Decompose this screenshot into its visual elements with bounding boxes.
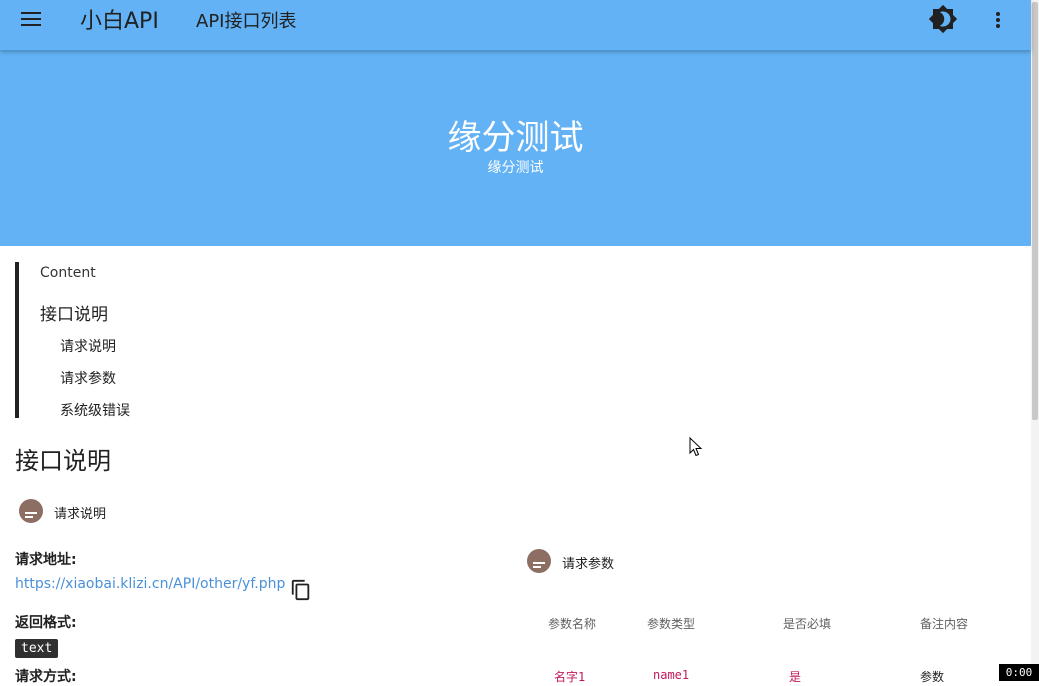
toc-item-request-description[interactable]: 请求说明: [60, 336, 116, 356]
page-name: API接口列表: [196, 11, 297, 32]
request-method-label: 请求方式:: [15, 669, 77, 685]
toc-item-request-params[interactable]: 请求参数: [60, 368, 116, 388]
table-of-contents: Content 接口说明 请求说明 请求参数 系统级错误: [15, 262, 315, 420]
api-url-link[interactable]: https://xiaobai.klizi.cn/API/other/yf.ph…: [15, 576, 285, 592]
section-title: 接口说明: [15, 447, 111, 475]
toc-item-api-description[interactable]: 接口说明: [40, 300, 108, 325]
hero-title: 缘分测试: [447, 118, 584, 158]
table-cell-param-type: name1: [653, 668, 690, 682]
copy-icon[interactable]: [290, 578, 312, 602]
video-timer: 0:00: [999, 664, 1039, 681]
subject-icon: [19, 499, 43, 523]
return-format-badge: text: [15, 639, 59, 658]
brand-title[interactable]: 小白API: [80, 3, 159, 35]
mouse-cursor-icon: [689, 437, 703, 457]
hero-banner: 缘分测试 缘分测试: [0, 50, 1031, 246]
table-cell-param-name: 名字1: [554, 670, 586, 684]
table-cell-required: 是: [789, 670, 802, 684]
request-address-label: 请求地址:: [15, 552, 77, 568]
table-header-remark: 备注内容: [920, 617, 969, 631]
brightness-icon[interactable]: [928, 4, 958, 34]
table-header-param-name: 参数名称: [548, 617, 597, 631]
toc-heading: Content: [40, 265, 96, 281]
menu-icon[interactable]: [16, 6, 46, 32]
request-params-chip: 请求参数: [562, 557, 615, 572]
more-vert-icon[interactable]: [988, 4, 1008, 34]
app-bar: 小白API API接口列表: [0, 0, 1031, 50]
page-scrollbar[interactable]: [1031, 0, 1039, 681]
return-format-label: 返回格式:: [15, 615, 77, 631]
table-header-param-type: 参数类型: [647, 617, 696, 631]
table-header-required: 是否必填: [783, 617, 832, 631]
table-cell-remark: 参数: [920, 670, 945, 684]
scrollbar-thumb[interactable]: [1032, 2, 1038, 420]
toc-item-system-errors[interactable]: 系统级错误: [60, 400, 130, 420]
subject-icon: [527, 549, 551, 573]
hero-subtitle: 缘分测试: [487, 160, 544, 176]
request-description-chip: 请求说明: [54, 507, 107, 522]
